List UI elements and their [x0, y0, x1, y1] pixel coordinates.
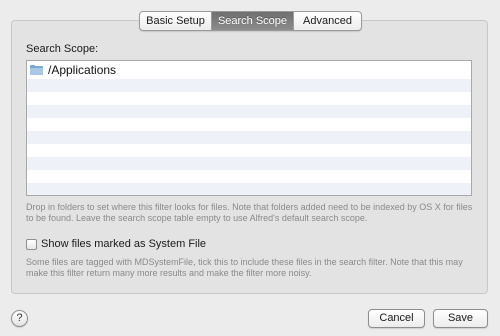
empty-row [27, 118, 471, 131]
search-scope-label: Search Scope: [26, 43, 99, 55]
system-file-help-text: Some files are tagged with MDSystemFile,… [26, 257, 463, 278]
tab-bar: Basic Setup Search Scope Advanced [139, 11, 362, 31]
search-scope-table[interactable]: /Applications [26, 60, 472, 196]
help-button[interactable]: ? [11, 310, 28, 327]
system-file-label[interactable]: Show files marked as System File [41, 238, 206, 250]
empty-row [27, 79, 471, 92]
empty-row [27, 131, 471, 144]
scope-help-text: Drop in folders to set where this filter… [26, 202, 473, 223]
tab-basic-setup[interactable]: Basic Setup [140, 12, 212, 30]
empty-row [27, 144, 471, 157]
scope-row[interactable]: /Applications [27, 61, 471, 79]
tab-search-scope[interactable]: Search Scope [212, 12, 294, 30]
tab-advanced[interactable]: Advanced [294, 12, 361, 30]
system-file-checkbox[interactable] [26, 238, 37, 250]
filter-config-window: Basic Setup Search Scope Advanced Search… [0, 0, 500, 336]
folder-icon [30, 65, 43, 75]
empty-row [27, 183, 471, 195]
empty-row [27, 92, 471, 105]
save-button[interactable]: Save [433, 309, 488, 328]
empty-row [27, 157, 471, 170]
system-file-option[interactable]: Show files marked as System File [26, 238, 206, 250]
cancel-button[interactable]: Cancel [368, 309, 425, 328]
empty-row [27, 105, 471, 118]
scope-path: /Applications [48, 63, 117, 77]
empty-row [27, 170, 471, 183]
